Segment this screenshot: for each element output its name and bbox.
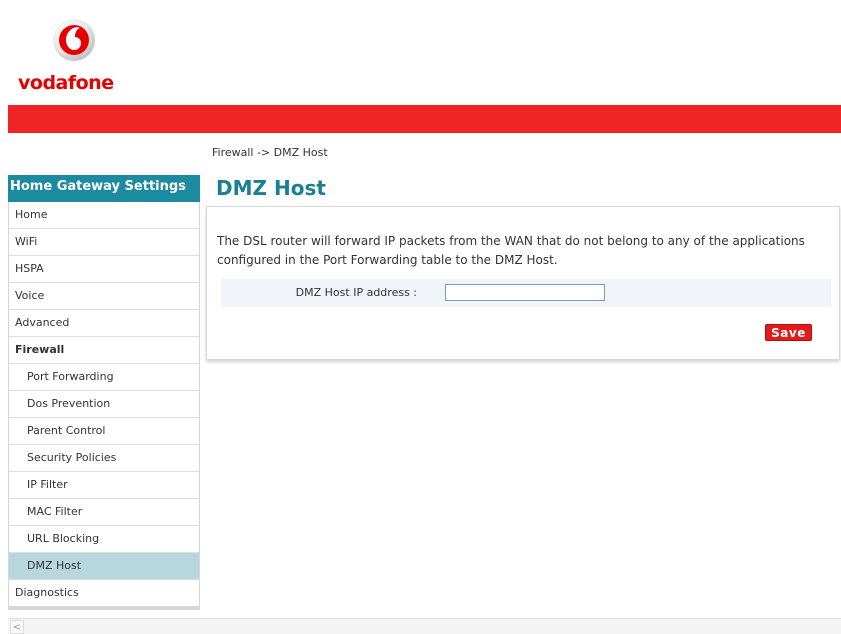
sidebar-item-advanced[interactable]: Advanced [9,310,199,337]
save-button[interactable]: Save [765,324,812,341]
dmz-settings-panel: The DSL router will forward IP packets f… [206,206,840,360]
sidebar-item-port-forwarding[interactable]: Port Forwarding [9,364,199,391]
sidebar: Home Gateway Settings Home WiFi HSPA Voi… [8,175,200,610]
brand-name: vodafone [18,72,114,94]
sidebar-item-diagnostics[interactable]: Diagnostics [9,580,199,607]
sidebar-item-firewall[interactable]: Firewall [9,337,199,364]
sidebar-item-security-policies[interactable]: Security Policies [9,445,199,472]
sidebar-item-wifi[interactable]: WiFi [9,229,199,256]
header-banner [8,105,841,133]
sidebar-menu: Home WiFi HSPA Voice Advanced Firewall P… [8,202,200,610]
breadcrumb: Firewall -> DMZ Host [212,146,328,159]
dmz-ip-input[interactable] [445,284,605,301]
sidebar-header: Home Gateway Settings [8,175,200,202]
scroll-left-arrow-icon[interactable]: < [10,620,24,634]
dmz-ip-row: DMZ Host IP address : [221,279,831,307]
sidebar-item-url-blocking[interactable]: URL Blocking [9,526,199,553]
vodafone-speechmark-icon [53,19,95,61]
sidebar-item-mac-filter[interactable]: MAC Filter [9,499,199,526]
sidebar-item-voice[interactable]: Voice [9,283,199,310]
sidebar-item-hspa[interactable]: HSPA [9,256,199,283]
dmz-description: The DSL router will forward IP packets f… [217,234,805,267]
page-title: DMZ Host [216,176,326,200]
dmz-ip-label: DMZ Host IP address : [295,286,417,299]
sidebar-item-parent-control[interactable]: Parent Control [9,418,199,445]
sidebar-item-dmz-host[interactable]: DMZ Host [9,553,199,580]
vodafone-logo: vodafone [18,16,128,96]
sidebar-item-ip-filter[interactable]: IP Filter [9,472,199,499]
sidebar-item-dos-prevention[interactable]: Dos Prevention [9,391,199,418]
sidebar-item-home[interactable]: Home [9,202,199,229]
horizontal-scrollbar[interactable]: < [8,618,841,634]
